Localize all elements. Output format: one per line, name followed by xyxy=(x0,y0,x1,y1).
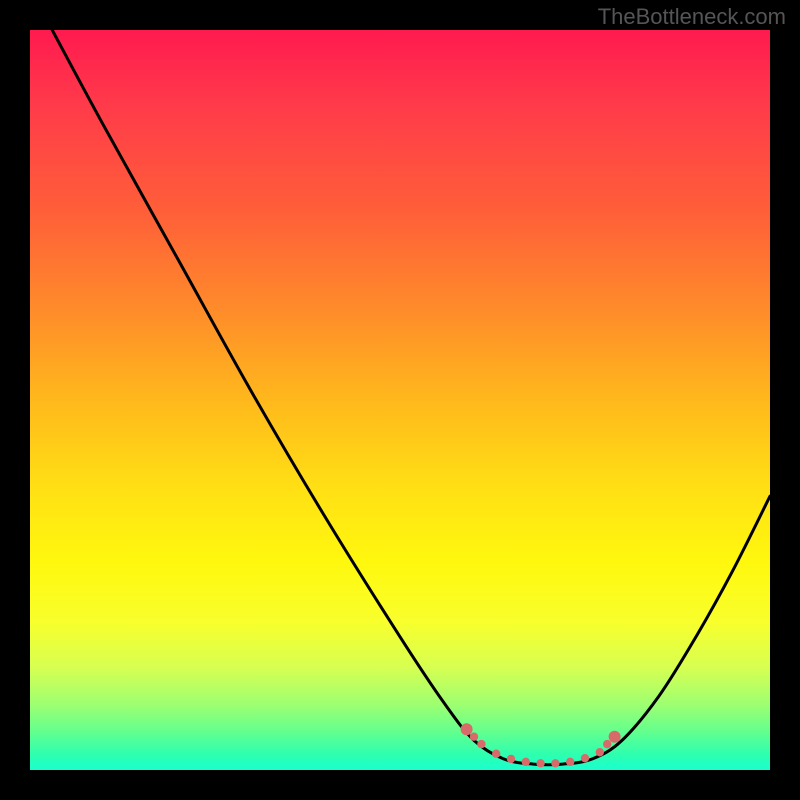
highlight-dot xyxy=(551,759,559,767)
highlight-dot xyxy=(566,758,574,766)
highlight-region xyxy=(461,723,621,767)
bottleneck-curve xyxy=(52,30,770,765)
highlight-dot xyxy=(581,754,589,762)
highlight-dot xyxy=(536,759,544,767)
chart-svg xyxy=(30,30,770,770)
highlight-dot xyxy=(492,750,500,758)
chart-plot-area xyxy=(30,30,770,770)
watermark-text: TheBottleneck.com xyxy=(598,4,786,30)
highlight-dot xyxy=(603,740,611,748)
highlight-dot xyxy=(461,723,473,735)
highlight-dot xyxy=(609,731,621,743)
highlight-dot xyxy=(596,748,604,756)
highlight-dot xyxy=(522,758,530,766)
highlight-dot xyxy=(470,733,478,741)
highlight-dot xyxy=(477,740,485,748)
highlight-dot xyxy=(507,755,515,763)
